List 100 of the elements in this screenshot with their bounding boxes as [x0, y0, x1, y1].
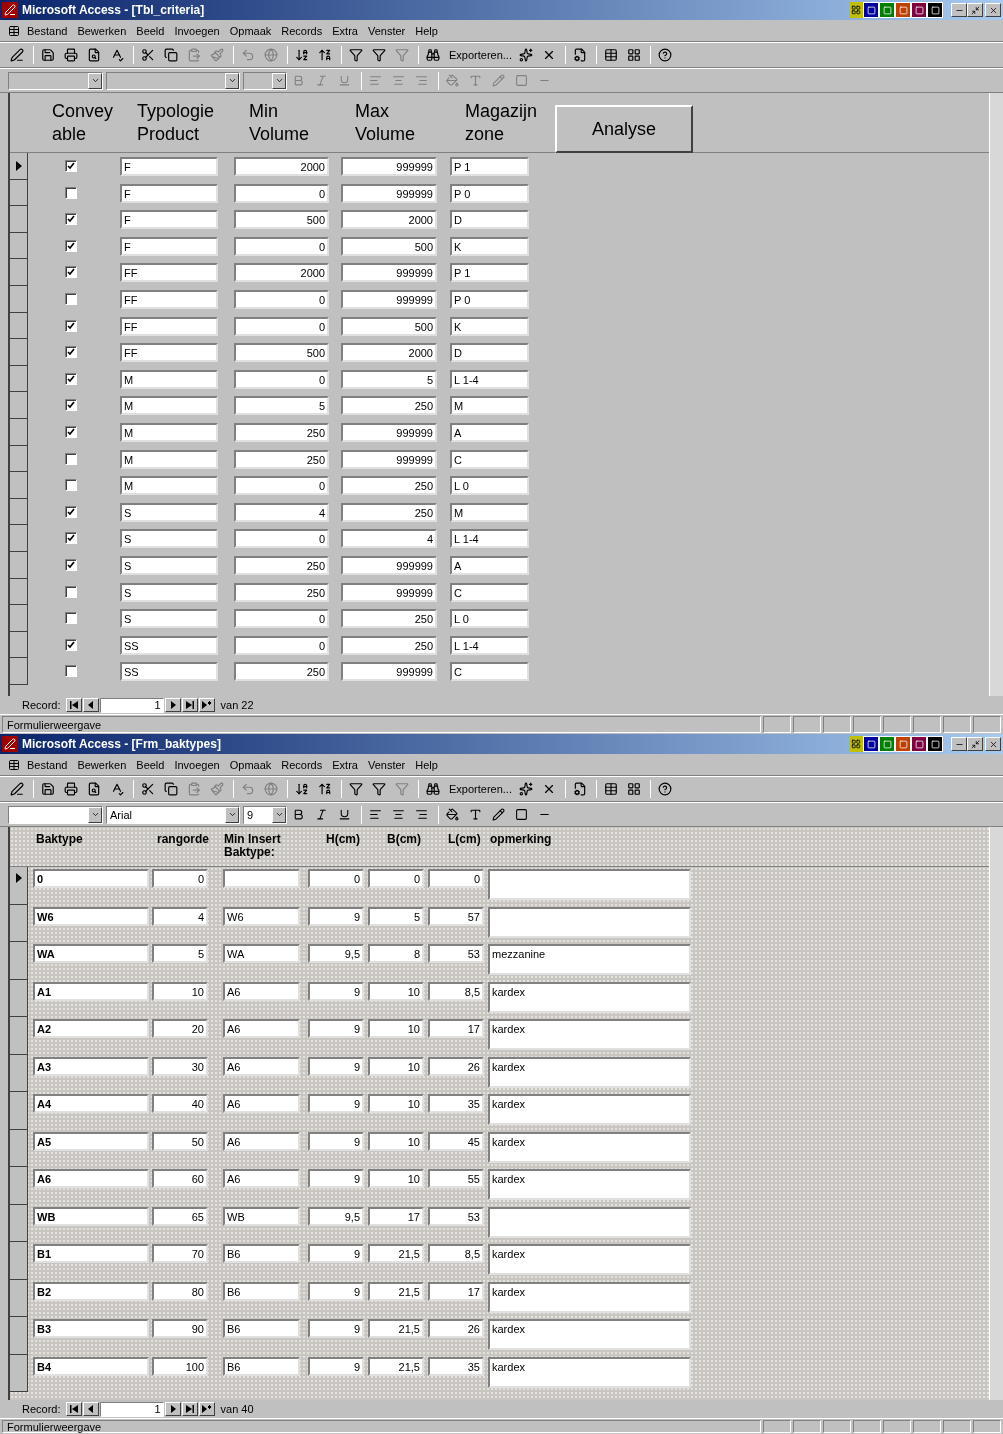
record-selector[interactable]	[10, 578, 28, 606]
rangorde-field[interactable]: 100	[152, 1356, 208, 1376]
new-record-button[interactable]	[198, 1402, 215, 1416]
min-volume-field[interactable]: 0	[234, 635, 329, 655]
min-insert-field[interactable]: B6	[223, 1244, 300, 1263]
conveyable-checkbox[interactable]	[65, 425, 77, 438]
min-volume-field[interactable]: 0	[234, 183, 329, 203]
record-selector[interactable]	[10, 445, 28, 473]
zone-field[interactable]: L 0	[450, 609, 529, 629]
last-record-button[interactable]	[181, 698, 198, 712]
max-volume-field[interactable]: 999999	[341, 157, 437, 176]
height-field[interactable]: 9	[308, 981, 364, 1001]
min-volume-field[interactable]: 5	[234, 396, 329, 416]
zone-field[interactable]: L 1-4	[450, 635, 529, 655]
menu-item[interactable]: Help	[410, 758, 443, 771]
record-selector[interactable]	[10, 418, 28, 446]
application-icon[interactable]	[911, 736, 927, 752]
height-field[interactable]: 9	[308, 1356, 364, 1376]
min-volume-field[interactable]: 0	[234, 476, 329, 496]
typologie-field[interactable]: FF	[120, 316, 218, 336]
baktype-field[interactable]: W6	[33, 906, 149, 926]
record-selector[interactable]	[10, 472, 28, 499]
min-volume-field[interactable]: 250	[234, 449, 329, 469]
record-selector[interactable]	[10, 631, 28, 659]
office-icon[interactable]	[849, 736, 863, 752]
zone-field[interactable]: K	[450, 236, 529, 256]
min-insert-field[interactable]: A6	[223, 981, 300, 1001]
record-selector[interactable]	[10, 525, 28, 552]
object-dropdown[interactable]	[8, 71, 103, 90]
min-volume-field[interactable]: 250	[234, 662, 329, 682]
typologie-field[interactable]: SS	[120, 662, 218, 682]
min-volume-field[interactable]: 4	[234, 502, 329, 522]
length-field[interactable]: 35	[428, 1094, 484, 1113]
font-dropdown[interactable]	[106, 71, 240, 90]
record-selector[interactable]	[10, 1279, 28, 1317]
length-field[interactable]: 17	[428, 1281, 484, 1301]
opmerking-field[interactable]	[488, 869, 691, 900]
zone-field[interactable]: P 1	[450, 263, 529, 283]
height-field[interactable]: 9	[308, 1019, 364, 1038]
menu-item[interactable]: Venster	[362, 24, 411, 37]
typologie-field[interactable]: F	[120, 157, 218, 176]
max-volume-field[interactable]: 250	[341, 635, 437, 655]
conveyable-checkbox[interactable]	[65, 399, 77, 412]
menu-item[interactable]: Records	[276, 24, 328, 37]
rangorde-field[interactable]: 10	[152, 981, 208, 1001]
zone-field[interactable]: L 0	[450, 476, 529, 496]
typologie-field[interactable]: S	[120, 582, 218, 602]
conveyable-checkbox[interactable]	[65, 585, 77, 598]
record-selector[interactable]	[10, 1242, 28, 1280]
conveyable-checkbox[interactable]	[65, 160, 77, 172]
width-field[interactable]: 10	[368, 1169, 424, 1188]
new-record-button[interactable]	[198, 698, 215, 712]
height-field[interactable]: 9,5	[308, 944, 364, 963]
baktype-field[interactable]: 0	[33, 869, 149, 888]
rangorde-field[interactable]: 30	[152, 1056, 208, 1076]
zone-field[interactable]: P 0	[450, 289, 529, 309]
menu-item[interactable]: Extra	[327, 758, 363, 771]
width-field[interactable]: 21,5	[368, 1244, 424, 1263]
typologie-field[interactable]: FF	[120, 263, 218, 283]
min-insert-field[interactable]: B6	[223, 1281, 300, 1301]
record-selector[interactable]	[10, 259, 28, 286]
baktype-field[interactable]: B1	[33, 1244, 149, 1263]
opmerking-field[interactable]	[488, 906, 691, 938]
length-field[interactable]: 26	[428, 1319, 484, 1338]
baktype-field[interactable]: A6	[33, 1169, 149, 1188]
max-volume-field[interactable]: 999999	[341, 289, 437, 309]
min-insert-field[interactable]: A6	[223, 1019, 300, 1038]
zone-field[interactable]: L 1-4	[450, 529, 529, 549]
record-selector[interactable]	[10, 1204, 28, 1242]
rangorde-field[interactable]: 50	[152, 1131, 208, 1151]
max-volume-field[interactable]: 999999	[341, 662, 437, 682]
opmerking-field[interactable]: kardex	[488, 1131, 691, 1163]
rangorde-field[interactable]: 90	[152, 1319, 208, 1338]
typologie-field[interactable]: M	[120, 369, 218, 389]
width-field[interactable]: 10	[368, 1056, 424, 1076]
menu-item[interactable]: Records	[276, 758, 328, 771]
typologie-field[interactable]: M	[120, 476, 218, 496]
width-field[interactable]: 21,5	[368, 1319, 424, 1338]
record-selector[interactable]	[10, 904, 28, 942]
max-volume-field[interactable]: 999999	[341, 582, 437, 602]
width-field[interactable]: 10	[368, 1019, 424, 1038]
menu-item[interactable]: Opmaak	[224, 24, 277, 37]
restore-button[interactable]	[967, 737, 983, 751]
length-field[interactable]: 8,5	[428, 1244, 484, 1263]
conveyable-checkbox[interactable]	[65, 186, 77, 199]
typologie-field[interactable]: F	[120, 236, 218, 256]
opmerking-field[interactable]: kardex	[488, 1169, 691, 1200]
record-selector[interactable]	[10, 179, 28, 207]
record-selector[interactable]	[10, 153, 28, 180]
menu-item[interactable]: Invoegen	[169, 24, 225, 37]
width-field[interactable]: 0	[368, 869, 424, 888]
width-field[interactable]: 5	[368, 906, 424, 926]
typologie-field[interactable]: S	[120, 555, 218, 575]
min-volume-field[interactable]: 0	[234, 529, 329, 549]
menu-item[interactable]: Invoegen	[169, 758, 225, 771]
menu-item[interactable]: Opmaak	[224, 758, 277, 771]
length-field[interactable]: 8,5	[428, 981, 484, 1001]
record-selector[interactable]	[10, 867, 28, 905]
min-volume-field[interactable]: 250	[234, 555, 329, 575]
export-button[interactable]: Exporteren...	[447, 779, 514, 799]
